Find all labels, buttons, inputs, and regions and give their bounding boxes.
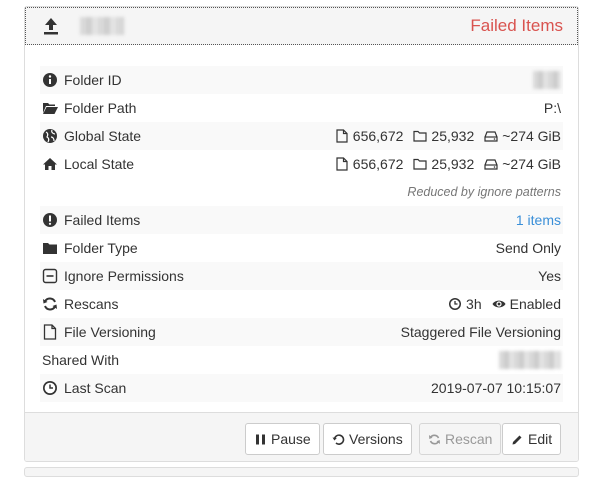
row-folder-path: Folder Path P:\ (40, 94, 563, 122)
rescans-label: Rescans (64, 296, 119, 312)
shared-with-redacted (499, 351, 561, 370)
clock-icon (42, 380, 58, 396)
next-folder-panel-edge[interactable] (24, 467, 579, 477)
refresh-icon (42, 296, 58, 312)
minus-square-icon (42, 268, 58, 284)
shared-with-label: Shared With (42, 352, 120, 368)
local-size: ~274 GiB (502, 156, 561, 172)
pause-label: Pause (271, 431, 311, 447)
row-global-state: Global State 656,672 25,932 ~274 GiB (40, 122, 563, 150)
refresh-icon (429, 434, 440, 444)
folder-panel: Failed Items Folder ID Folder Path P:\ G… (24, 6, 579, 462)
file-versioning-value: Staggered File Versioning (242, 318, 563, 346)
folder-panel-heading[interactable]: Failed Items (25, 7, 578, 45)
folder-details: Folder ID Folder Path P:\ Global State 6… (25, 46, 578, 414)
global-dirs-count: 25,932 (431, 128, 475, 144)
upload-icon (42, 17, 60, 35)
folder-id-label: Folder ID (64, 72, 122, 88)
row-local-state: Local State 656,672 25,932 ~274 GiB (40, 150, 563, 178)
folder-properties-table: Folder ID Folder Path P:\ Global State 6… (40, 66, 563, 402)
pencil-icon (512, 435, 522, 444)
file-icon (335, 157, 349, 171)
ignore-permissions-value: Yes (242, 262, 563, 290)
pause-icon (256, 434, 265, 444)
folder-outline-icon (413, 157, 428, 171)
local-state-label: Local State (64, 156, 135, 172)
row-ignore-permissions: Ignore Permissions Yes (40, 262, 563, 290)
folder-path-label: Folder Path (64, 100, 137, 116)
folder-id-redacted (533, 71, 561, 90)
versions-button[interactable]: Versions (323, 423, 412, 455)
folder-status: Failed Items (470, 16, 563, 35)
last-scan-label: Last Scan (64, 380, 127, 396)
row-folder-type: Folder Type Send Only (40, 234, 563, 262)
rescan-label: Rescan (445, 431, 493, 447)
row-last-scan: Last Scan 2019-07-07 10:15:07 (40, 374, 563, 402)
global-files-count: 656,672 (352, 128, 404, 144)
history-icon (332, 433, 345, 445)
ignore-permissions-label: Ignore Permissions (64, 268, 184, 284)
failed-items-link[interactable]: 1 items (516, 212, 561, 228)
row-shared-with: Shared With (40, 346, 563, 374)
row-folder-id: Folder ID (40, 66, 563, 94)
folder-outline-icon (413, 129, 428, 143)
file-versioning-label: File Versioning (64, 324, 156, 340)
row-failed-items: Failed Items 1 items (40, 206, 563, 234)
last-scan-value: 2019-07-07 10:15:07 (242, 374, 563, 402)
global-state-label: Global State (64, 128, 142, 144)
hdd-icon (484, 157, 498, 171)
home-icon (42, 156, 58, 172)
eye-icon (492, 297, 506, 311)
failed-items-label: Failed Items (64, 212, 141, 228)
versions-label: Versions (349, 431, 403, 447)
row-reduced-note: Reduced by ignore patterns (40, 178, 563, 206)
folder-name-redacted (80, 17, 124, 35)
info-circle-icon (42, 72, 58, 88)
folder-open-icon (42, 100, 58, 116)
edit-button[interactable]: Edit (502, 423, 562, 455)
row-file-versioning: File Versioning Staggered File Versionin… (40, 318, 563, 346)
fs-watcher-status: Enabled (509, 296, 561, 312)
rescan-interval: 3h (466, 296, 482, 312)
reduced-by-ignore-note: Reduced by ignore patterns (407, 185, 561, 199)
pause-button[interactable]: Pause (245, 423, 320, 455)
file-icon (42, 324, 58, 340)
folder-path-value: P:\ (543, 100, 561, 116)
folder-type-label: Folder Type (64, 240, 138, 256)
edit-label: Edit (528, 431, 553, 447)
file-icon (335, 129, 349, 143)
local-dirs-count: 25,932 (431, 156, 475, 172)
folder-icon (42, 240, 58, 256)
global-size: ~274 GiB (502, 128, 561, 144)
folder-type-value: Send Only (495, 240, 561, 256)
hdd-icon (484, 129, 498, 143)
row-rescans: Rescans 3h Enabled (40, 290, 563, 318)
globe-icon (42, 128, 58, 144)
clock-icon (448, 297, 462, 311)
local-files-count: 656,672 (352, 156, 404, 172)
exclamation-circle-icon (42, 212, 58, 228)
folder-panel-footer: Pause Versions Rescan Edit (25, 412, 578, 461)
rescan-button[interactable]: Rescan (419, 423, 502, 455)
